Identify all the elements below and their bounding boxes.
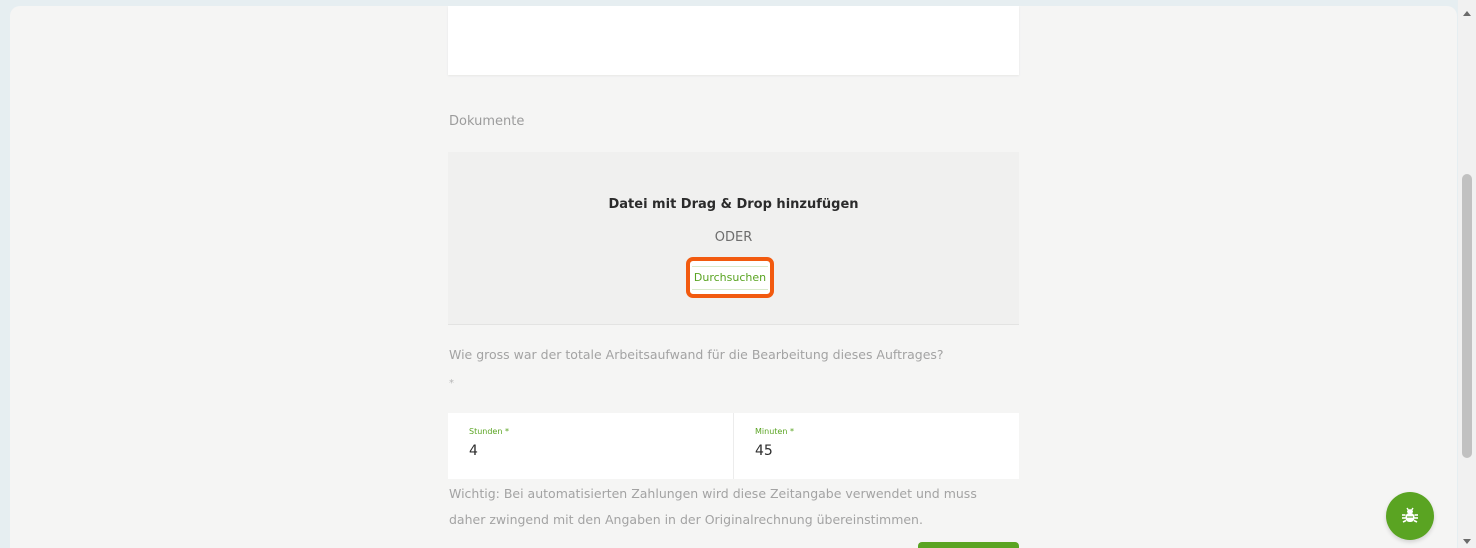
- file-dropzone[interactable]: Datei mit Drag & Drop hinzufügen ODER Du…: [448, 152, 1019, 325]
- bug-report-button[interactable]: [1386, 492, 1434, 540]
- browse-button[interactable]: Durchsuchen: [691, 265, 769, 290]
- documents-section-label: Dokumente: [449, 114, 525, 129]
- scroll-down-arrow-icon[interactable]: [1463, 539, 1471, 544]
- effort-note: Wichtig: Bei automatisierten Zahlungen w…: [449, 486, 977, 527]
- scroll-up-arrow-icon[interactable]: [1463, 11, 1471, 16]
- page-content: Dokumente Datei mit Drag & Drop hinzufüg…: [10, 6, 1457, 548]
- minutes-field[interactable]: Minuten * 45: [733, 413, 1019, 479]
- required-mark: *: [449, 378, 454, 389]
- submit-button[interactable]: [918, 542, 1019, 548]
- effort-question: Wie gross war der totale Arbeitsaufwand …: [449, 347, 944, 362]
- hours-field[interactable]: Stunden * 4: [448, 413, 733, 479]
- minutes-input[interactable]: 45: [755, 443, 773, 459]
- browse-button-highlight: Durchsuchen: [686, 257, 774, 298]
- hours-input[interactable]: 4: [469, 443, 478, 459]
- hours-label: Stunden *: [469, 427, 509, 436]
- effort-time-card: Stunden * 4 Minuten * 45: [448, 413, 1019, 479]
- dropzone-or-label: ODER: [714, 230, 753, 245]
- previous-field-card: [448, 6, 1019, 75]
- minutes-label: Minuten *: [755, 427, 794, 436]
- bug-icon: [1402, 507, 1418, 523]
- scrollbar[interactable]: [1458, 0, 1476, 548]
- dropzone-title: Datei mit Drag & Drop hinzufügen: [608, 197, 859, 212]
- scrollbar-thumb[interactable]: [1462, 174, 1472, 458]
